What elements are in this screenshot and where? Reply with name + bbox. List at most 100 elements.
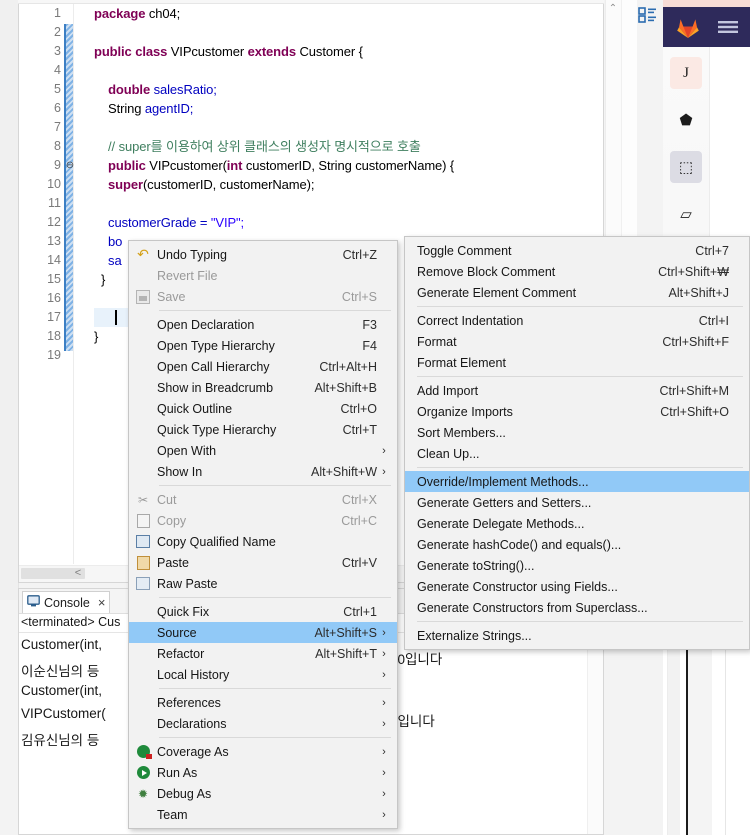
menu-item-sort-members[interactable]: Sort Members... [405, 422, 749, 443]
menu-item-label: Declarations [157, 716, 227, 731]
menu-item-local-history[interactable]: Local History › [129, 664, 397, 685]
menu-item-correct-indentation[interactable]: Correct Indentation Ctrl+I [405, 310, 749, 331]
menu-icon-empty [129, 314, 157, 335]
menu-item-copy-qualified-name[interactable]: Copy Qualified Name [129, 531, 397, 552]
menu-item-quick-type-hierarchy[interactable]: Quick Type Hierarchy Ctrl+T [129, 419, 397, 440]
package-icon[interactable]: ⬟ [670, 104, 702, 136]
menu-item-shortcut: Alt+Shift+J [668, 285, 729, 300]
menu-separator [417, 376, 743, 377]
copy-icon [129, 510, 157, 531]
menu-item-quick-outline[interactable]: Quick Outline Ctrl+O [129, 398, 397, 419]
menu-item-run-as[interactable]: Run As › [129, 762, 397, 783]
menu-item-label: Format [417, 334, 457, 349]
menu-item-generate-constructors-from-superclass[interactable]: Generate Constructors from Superclass... [405, 597, 749, 618]
menu-icon-empty [129, 265, 157, 286]
undo-icon: ↶ [129, 244, 157, 265]
menu-item-label: Organize Imports [417, 404, 513, 419]
submenu-arrow-icon: › [382, 626, 386, 639]
menu-item-quick-fix[interactable]: Quick Fix Ctrl+1 [129, 601, 397, 622]
menu-item-label: Open With [157, 443, 217, 458]
submenu-arrow-icon: › [382, 647, 386, 660]
menu-separator [159, 310, 391, 311]
menu-item-open-declaration[interactable]: Open Declaration F3 [129, 314, 397, 335]
editor-context-menu[interactable]: ↶ Undo Typing Ctrl+Z Revert File Save Ctrl+S O… [128, 240, 398, 829]
submenu-arrow-icon: › [382, 444, 386, 457]
menu-item-format[interactable]: Format Ctrl+Shift+F [405, 331, 749, 352]
menu-item-team[interactable]: Team › [129, 804, 397, 825]
menu-item-cut[interactable]: ✂ Cut Ctrl+X [129, 489, 397, 510]
menu-item-generate-constructor-using-fields[interactable]: Generate Constructor using Fields... [405, 576, 749, 597]
menu-item-open-call-hierarchy[interactable]: Open Call Hierarchy Ctrl+Alt+H [129, 356, 397, 377]
menu-item-copy[interactable]: Copy Ctrl+C [129, 510, 397, 531]
menu-icon-empty [405, 513, 417, 534]
menu-icon-empty [405, 331, 417, 352]
menu-item-label: Show in Breadcrumb [157, 380, 274, 395]
menu-item-add-import[interactable]: Add Import Ctrl+Shift+M [405, 380, 749, 401]
submenu-arrow-icon: › [382, 668, 386, 681]
menu-item-remove-block-comment[interactable]: Remove Block Comment Ctrl+Shift+₩ [405, 261, 749, 282]
menu-icon-empty [405, 352, 417, 373]
menu-item-undo-typing[interactable]: ↶ Undo Typing Ctrl+Z [129, 244, 397, 265]
menu-item-shortcut: Ctrl+I [698, 313, 729, 328]
java-file-icon[interactable]: J [670, 57, 702, 89]
menu-icon-empty [129, 643, 157, 664]
menu-item-generate-element-comment[interactable]: Generate Element Comment Alt+Shift+J [405, 282, 749, 303]
menu-item-raw-paste[interactable]: Raw Paste [129, 573, 397, 594]
menu-icon-empty [129, 622, 157, 643]
source-submenu[interactable]: Toggle Comment Ctrl+7 Remove Block Comment… [404, 236, 750, 650]
menu-item-debug-as[interactable]: ✹ Debug As › [129, 783, 397, 804]
menu-item-open-type-hierarchy[interactable]: Open Type Hierarchy F4 [129, 335, 397, 356]
menu-item-organize-imports[interactable]: Organize Imports Ctrl+Shift+O [405, 401, 749, 422]
menu-item-label: Raw Paste [157, 576, 218, 591]
undo-icon-glyph: ↶ [137, 246, 149, 262]
menu-icon-empty [405, 282, 417, 303]
menu-item-show-in-breadcrumb[interactable]: Show in Breadcrumb Alt+Shift+B [129, 377, 397, 398]
document-icon[interactable]: ⬚ [670, 151, 702, 183]
menu-item-generate-tostring[interactable]: Generate toString()... [405, 555, 749, 576]
menu-icon-empty [129, 377, 157, 398]
menu-icon-empty [405, 401, 417, 422]
menu-item-save[interactable]: Save Ctrl+S [129, 286, 397, 307]
raw-paste-icon [129, 573, 157, 594]
menu-item-declarations[interactable]: Declarations › [129, 713, 397, 734]
menu-icon-empty [405, 534, 417, 555]
coverage-icon-glyph [136, 745, 152, 759]
menu-item-toggle-comment[interactable]: Toggle Comment Ctrl+7 [405, 240, 749, 261]
menu-item-shortcut: Ctrl+Shift+O [660, 404, 729, 419]
menu-item-revert-file[interactable]: Revert File [129, 265, 397, 286]
menu-item-generate-hashcode-and-equals[interactable]: Generate hashCode() and equals()... [405, 534, 749, 555]
submenu-arrow-icon: › [382, 787, 386, 800]
menu-item-shortcut: Ctrl+Shift+F [662, 334, 729, 349]
coverage-icon [129, 741, 157, 762]
tag-icon[interactable]: ▱ [670, 198, 702, 230]
menu-item-clean-up[interactable]: Clean Up... [405, 443, 749, 464]
menu-item-shortcut: Ctrl+V [341, 555, 377, 570]
menu-icon-empty [129, 713, 157, 734]
menu-item-label: Add Import [417, 383, 479, 398]
menu-item-shortcut: Ctrl+Z [342, 247, 377, 262]
menu-item-source[interactable]: Source Alt+Shift+S › [129, 622, 397, 643]
menu-item-format-element[interactable]: Format Element [405, 352, 749, 373]
scissors-icon-glyph: ✂ [137, 492, 149, 507]
menu-item-label: Generate Element Comment [417, 285, 577, 300]
menu-item-externalize-strings[interactable]: Externalize Strings... [405, 625, 749, 646]
menu-item-shortcut: Alt+Shift+W [311, 464, 377, 479]
menu-icon-empty [129, 398, 157, 419]
menu-item-shortcut: Ctrl+S [341, 289, 377, 304]
menu-item-override-implement-methods[interactable]: Override/Implement Methods... [405, 471, 749, 492]
menu-item-generate-delegate-methods[interactable]: Generate Delegate Methods... [405, 513, 749, 534]
copy-icon-glyph [136, 513, 150, 528]
menu-icon-empty [405, 492, 417, 513]
menu-item-open-with[interactable]: Open With › [129, 440, 397, 461]
menu-item-coverage-as[interactable]: Coverage As › [129, 741, 397, 762]
menu-item-paste[interactable]: Paste Ctrl+V [129, 552, 397, 573]
menu-item-references[interactable]: References › [129, 692, 397, 713]
menu-item-show-in[interactable]: Show In Alt+Shift+W › [129, 461, 397, 482]
menu-item-generate-getters-and-setters[interactable]: Generate Getters and Setters... [405, 492, 749, 513]
menu-item-refactor[interactable]: Refactor Alt+Shift+T › [129, 643, 397, 664]
menu-item-label: Generate Getters and Setters... [417, 495, 592, 510]
menu-icon-empty [129, 804, 157, 825]
bottom-right-column-2 [688, 647, 712, 835]
menu-item-label: Generate Delegate Methods... [417, 516, 585, 531]
menu-item-label: Generate Constructor using Fields... [417, 579, 618, 594]
